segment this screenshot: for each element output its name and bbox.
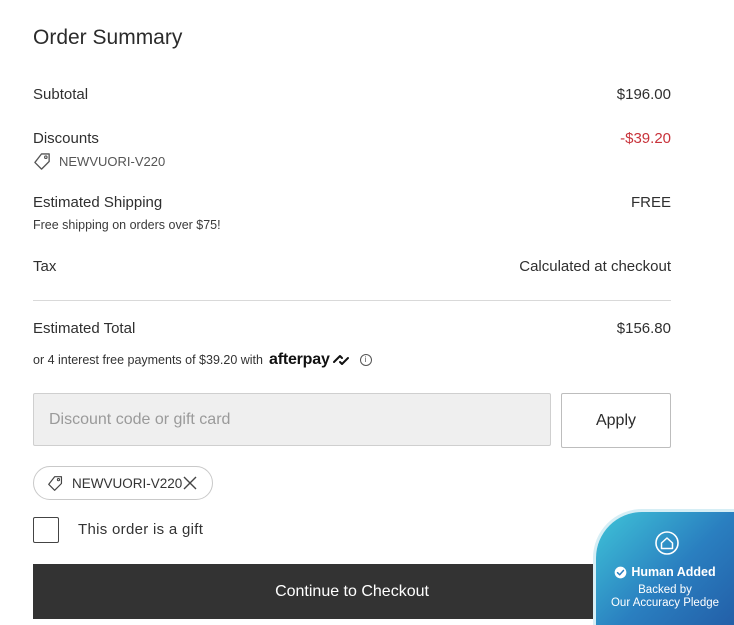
shipping-note: Free shipping on orders over $75! (33, 218, 221, 232)
close-icon[interactable] (182, 475, 198, 491)
gift-label: This order is a gift (78, 521, 204, 538)
afterpay-arrows-icon (332, 355, 349, 365)
badge-subtitle: Backed by Our Accuracy Pledge (596, 584, 734, 610)
tax-label: Tax (33, 258, 57, 275)
continue-to-checkout-button[interactable]: Continue to Checkout (33, 564, 671, 619)
afterpay-logo: afterpay (269, 351, 350, 369)
shield-home-icon (655, 531, 679, 555)
applied-code-text: NEWVUORI-V220 (72, 475, 183, 491)
discount-code-text: NEWVUORI-V220 (59, 154, 166, 169)
subtotal-label: Subtotal (33, 86, 89, 103)
order-summary-title: Order Summary (33, 26, 183, 49)
discounts-value: -$39.20 (620, 130, 671, 147)
badge-line1: Backed by (638, 584, 692, 596)
badge-line2: Our Accuracy Pledge (610, 597, 720, 609)
total-value: $156.80 (616, 320, 671, 337)
afterpay-line: or 4 interest free payments of $39.20 wi… (33, 351, 372, 369)
shipping-value: FREE (630, 194, 671, 211)
afterpay-text: or 4 interest free payments of $39.20 wi… (33, 353, 263, 367)
discount-code-input[interactable] (33, 393, 551, 446)
badge-title-line: Human Added (596, 565, 734, 579)
tag-icon (48, 475, 63, 491)
subtotal-value: $196.00 (616, 86, 671, 103)
afterpay-brand: afterpay (269, 351, 330, 368)
shipping-label: Estimated Shipping (33, 194, 163, 211)
tag-icon (34, 153, 50, 170)
info-icon[interactable]: i (359, 354, 372, 366)
accuracy-badge[interactable]: Human Added Backed by Our Accuracy Pledg… (596, 512, 734, 625)
summary-divider (33, 300, 671, 301)
tax-value: Calculated at checkout (519, 258, 671, 275)
discount-code-line: NEWVUORI-V220 (33, 152, 165, 171)
applied-code-chip: NEWVUORI-V220 (33, 466, 213, 500)
apply-button[interactable]: Apply (561, 393, 671, 448)
check-circle-icon (615, 566, 627, 578)
badge-title: Human Added (631, 565, 716, 579)
total-label: Estimated Total (33, 320, 136, 337)
gift-checkbox[interactable] (33, 517, 59, 543)
discounts-label: Discounts (33, 130, 99, 147)
